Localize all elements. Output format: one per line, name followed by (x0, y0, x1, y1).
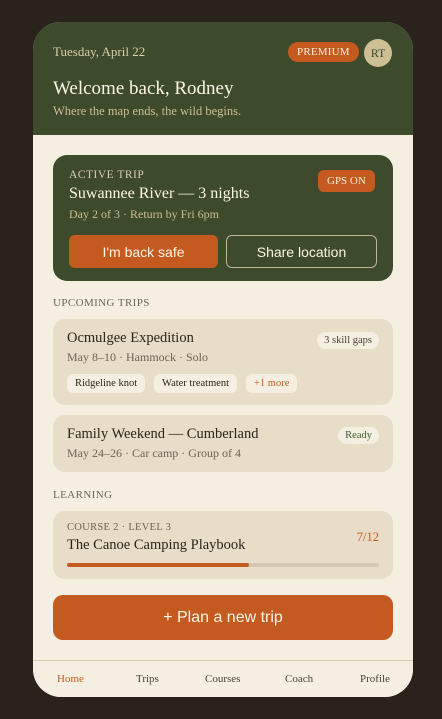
active-trip-card[interactable]: Active trip GPS ON Suwannee River — 3 ni… (53, 155, 393, 281)
trip-title: Family Weekend — Cumberland (67, 426, 259, 442)
tab-home[interactable]: Home (57, 673, 84, 685)
skill-chip-more[interactable]: +1 more (246, 374, 298, 393)
course-progress-count: 7/12 (356, 530, 379, 544)
tab-profile[interactable]: Profile (360, 673, 390, 685)
tab-coach[interactable]: Coach (285, 673, 313, 685)
premium-badge[interactable]: PREMIUM (288, 42, 359, 62)
bottom-tab-bar: Home Trips Courses Coach Profile (33, 660, 413, 697)
trip-title: Ocmulgee Expedition (67, 330, 194, 346)
trip-subtitle: May 8–10 · Hammock · Solo (67, 350, 208, 364)
welcome-heading: Welcome back, Rodney (53, 78, 234, 99)
active-trip-title: Suwannee River — 3 nights (69, 185, 250, 202)
skill-chip-ridgeline-knot[interactable]: Ridgeline knot (67, 374, 146, 393)
skill-gaps-badge: 3 skill gaps (317, 332, 379, 349)
upcoming-trips-heading: Upcoming trips (53, 297, 150, 309)
header: Tuesday, April 22 PREMIUM RT Welcome bac… (33, 22, 413, 135)
learning-heading: Learning (53, 489, 113, 501)
active-trip-label: Active trip (69, 169, 145, 181)
current-date: Tuesday, April 22 (53, 44, 146, 59)
back-safe-button[interactable]: I'm back safe (69, 235, 218, 268)
course-progress-fill (67, 563, 249, 567)
course-card[interactable]: Course 2 · Level 3 The Canoe Camping Pla… (53, 511, 393, 579)
tab-courses[interactable]: Courses (205, 673, 240, 685)
share-location-button[interactable]: Share location (226, 235, 377, 268)
trip-card-cumberland[interactable]: Family Weekend — Cumberland May 24–26 · … (53, 415, 393, 472)
tagline: Where the map ends, the wild begins. (53, 104, 242, 118)
active-trip-subtitle: Day 2 of 3 · Return by Fri 6pm (69, 207, 219, 221)
trip-card-ocmulgee[interactable]: Ocmulgee Expedition May 8–10 · Hammock ·… (53, 319, 393, 405)
plan-new-trip-button[interactable]: + Plan a new trip (53, 595, 393, 640)
course-title: The Canoe Camping Playbook (67, 537, 246, 553)
app-screen: Tuesday, April 22 PREMIUM RT Welcome bac… (33, 22, 413, 697)
ready-badge: Ready (338, 427, 379, 444)
tab-trips[interactable]: Trips (136, 673, 159, 685)
avatar[interactable]: RT (364, 39, 392, 67)
skill-chip-water-treatment[interactable]: Water treatment (154, 374, 238, 393)
course-level: Course 2 · Level 3 (67, 522, 172, 533)
course-progress-bar (67, 563, 379, 567)
gps-status-badge[interactable]: GPS ON (318, 170, 375, 192)
trip-subtitle: May 24–26 · Car camp · Group of 4 (67, 446, 241, 460)
